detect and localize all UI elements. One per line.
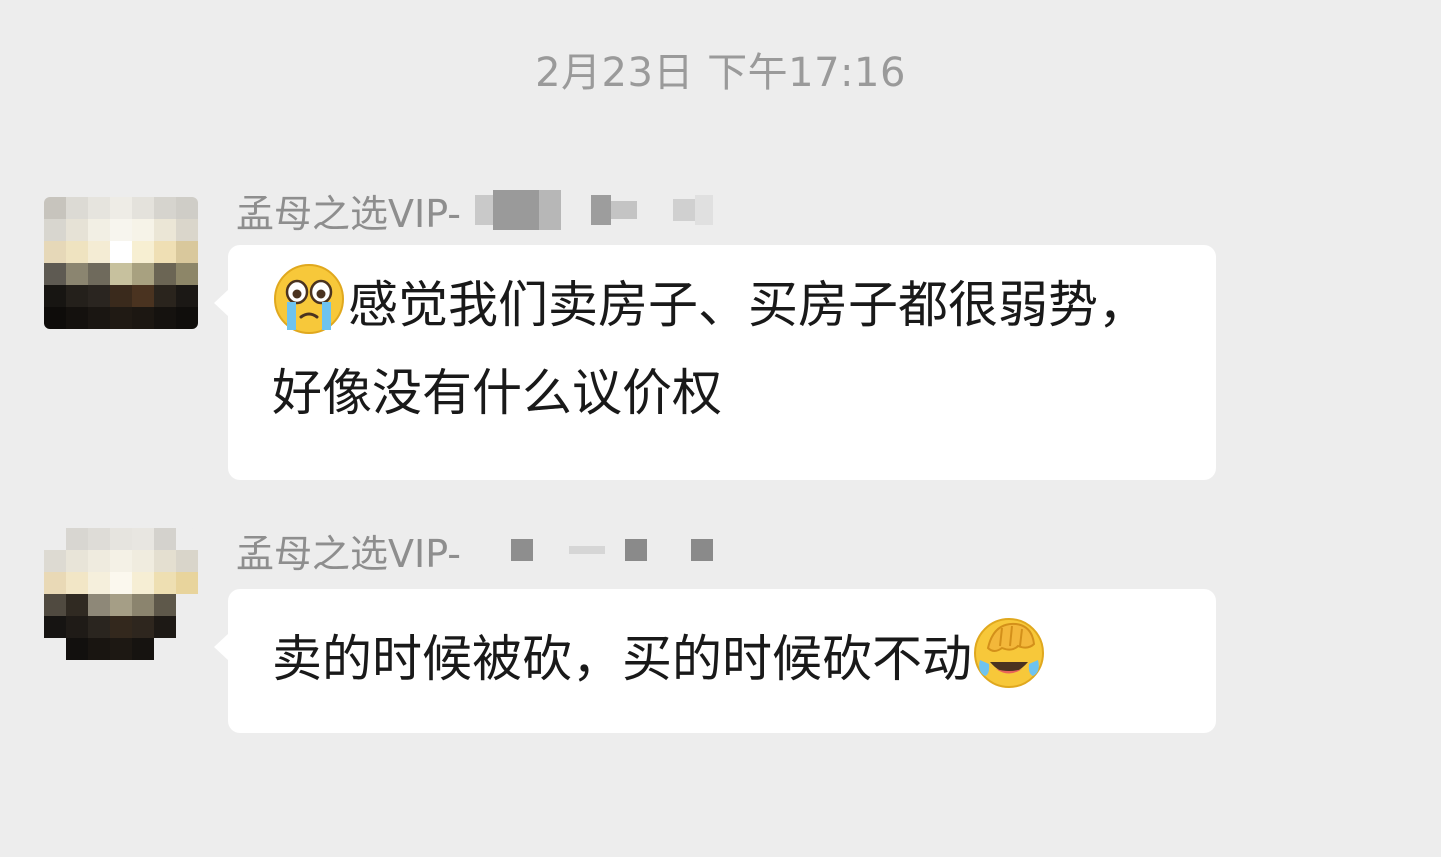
facepalm-laughing-icon — [972, 616, 1046, 690]
sender-name: 孟母之选VIP- — [236, 525, 713, 576]
avatar[interactable] — [44, 528, 198, 660]
message-bubble[interactable]: 卖的时候被砍，买的时候砍不动 — [214, 589, 1216, 733]
avatar[interactable] — [44, 197, 198, 329]
message-text: 感觉我们卖房子、买房子都很弱势，好像没有什么议价权 — [272, 276, 1148, 422]
redacted-name-mosaic — [475, 539, 713, 561]
sender-name: 孟母之选VIP- — [236, 185, 713, 236]
message-bubble[interactable]: 感觉我们卖房子、买房子都很弱势，好像没有什么议价权 — [214, 245, 1216, 480]
message-text: 卖的时候被砍，买的时候砍不动 — [272, 630, 972, 688]
redacted-name-mosaic — [475, 190, 713, 230]
sender-name-label: 孟母之选VIP- — [236, 531, 461, 576]
crying-face-icon — [272, 262, 346, 336]
message-timestamp: 2月23日 下午17:16 — [535, 50, 906, 96]
sender-name-label: 孟母之选VIP- — [236, 191, 461, 236]
